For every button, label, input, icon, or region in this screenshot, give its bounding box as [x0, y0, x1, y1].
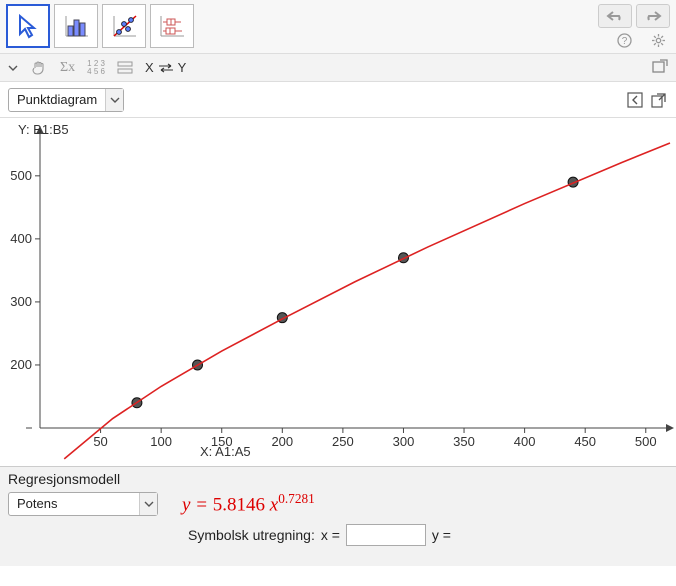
svg-text:100: 100 — [150, 434, 172, 449]
undo-icon — [605, 9, 625, 23]
symbolic-calc-row: Symbolsk utregning: x = y = — [188, 524, 668, 546]
swap-xy-button[interactable]: X Y — [145, 60, 186, 75]
svg-text:250: 250 — [332, 434, 354, 449]
hand-icon — [30, 59, 48, 77]
prev-chart-icon[interactable] — [626, 91, 644, 109]
chart-type-selected-label: Punktdiagram — [9, 92, 105, 107]
symbolic-x-label: x = — [321, 527, 340, 543]
regression-model-select[interactable]: Potens — [8, 492, 158, 516]
main-toolbar: ? — [0, 0, 676, 54]
pan-tool[interactable] — [30, 59, 48, 77]
svg-text:200: 200 — [271, 434, 293, 449]
swap-xy-y: Y — [178, 60, 187, 75]
svg-text:300: 300 — [393, 434, 415, 449]
swap-arrows-icon — [158, 63, 174, 73]
stack-icon — [117, 61, 133, 75]
numbers-tool[interactable]: 1 2 34 5 6 — [87, 60, 105, 76]
scatter-tool[interactable] — [102, 4, 146, 48]
pointer-tool[interactable] — [6, 4, 50, 48]
y-axis-label: Y: B1:B5 — [18, 122, 69, 137]
bar-chart-tool[interactable] — [54, 4, 98, 48]
pointer-icon — [14, 12, 42, 40]
right-tool-group: ? — [598, 4, 670, 48]
chevron-down-icon — [139, 493, 157, 515]
sec-toolbar-left: Σx 1 2 34 5 6 X Y — [8, 59, 186, 77]
svg-text:450: 450 — [574, 434, 596, 449]
tool-buttons — [6, 4, 194, 48]
boxplot-icon — [158, 12, 186, 40]
x-axis-label: X: A1:A5 — [200, 444, 251, 459]
undo-redo-group — [598, 4, 670, 28]
detach-view-icon[interactable] — [652, 59, 668, 76]
secondary-toolbar: Σx 1 2 34 5 6 X Y — [0, 54, 676, 82]
dropdown-toggle[interactable] — [8, 63, 18, 73]
symbolic-y-label: y = — [432, 527, 451, 543]
undo-button[interactable] — [598, 4, 632, 28]
svg-text:300: 300 — [10, 294, 32, 309]
boxplot-tool[interactable] — [150, 4, 194, 48]
help-icon[interactable]: ? — [616, 32, 632, 48]
svg-text:50: 50 — [93, 434, 107, 449]
chart-type-toolbar: Punktdiagram — [0, 82, 676, 118]
regression-model-selected-label: Potens — [9, 496, 65, 511]
svg-text:400: 400 — [514, 434, 536, 449]
symbolic-calc-label: Symbolsk utregning: — [188, 527, 315, 543]
chart-canvas: 5010015020025030035040045050020030040050… — [0, 118, 676, 466]
regression-panel-title: Regresjonsmodell — [8, 471, 668, 487]
redo-icon — [643, 9, 663, 23]
chevron-down-icon — [8, 63, 18, 73]
svg-text:350: 350 — [453, 434, 475, 449]
symbolic-x-input[interactable] — [346, 524, 426, 546]
bar-chart-icon — [62, 12, 90, 40]
stack-tool[interactable] — [117, 61, 133, 75]
svg-text:?: ? — [621, 36, 627, 47]
chart-type-select[interactable]: Punktdiagram — [8, 88, 124, 112]
svg-text:500: 500 — [10, 168, 32, 183]
popout-chart-icon[interactable] — [650, 91, 668, 109]
svg-text:400: 400 — [10, 231, 32, 246]
chart-toolbar-right — [626, 91, 668, 109]
svg-text:200: 200 — [10, 357, 32, 372]
settings-gear-icon[interactable] — [650, 32, 666, 48]
chevron-down-icon — [105, 89, 123, 111]
regression-formula: y = 5.8146 x0.7281 — [182, 491, 315, 516]
swap-xy-x: X — [145, 60, 154, 75]
chart-area[interactable]: Y: B1:B5 5010015020025030035040045050020… — [0, 118, 676, 466]
sigma-tool[interactable]: Σx — [60, 60, 75, 76]
scatter-icon — [110, 12, 138, 40]
redo-button[interactable] — [636, 4, 670, 28]
utility-icons: ? — [616, 32, 666, 48]
regression-panel: Regresjonsmodell Potens y = 5.8146 x0.72… — [0, 466, 676, 566]
svg-text:500: 500 — [635, 434, 657, 449]
